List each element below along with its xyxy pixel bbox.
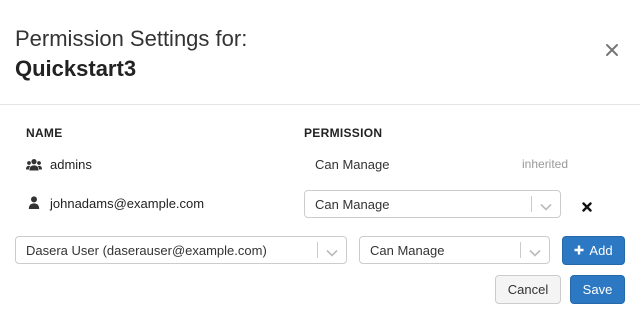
group-icon bbox=[26, 158, 42, 172]
select-separator bbox=[317, 242, 318, 258]
column-header-name: NAME bbox=[26, 126, 63, 140]
new-permission-select-value: Can Manage bbox=[370, 243, 445, 258]
permission-select[interactable]: Can Manage bbox=[304, 190, 561, 218]
dialog-title: Quickstart3 bbox=[15, 56, 137, 81]
chevron-down-icon bbox=[326, 245, 338, 257]
permission-select-value: Can Manage bbox=[315, 197, 390, 212]
remove-icon[interactable] bbox=[582, 199, 592, 212]
cancel-button[interactable]: Cancel bbox=[495, 275, 561, 304]
new-permission-select[interactable]: Can Manage bbox=[359, 236, 550, 264]
chevron-down-icon bbox=[540, 199, 552, 211]
close-icon[interactable] bbox=[604, 42, 620, 58]
inherited-label: inherited bbox=[522, 157, 569, 171]
row-name: admins bbox=[50, 157, 92, 172]
column-header-permission: PERMISSION bbox=[304, 126, 383, 140]
chevron-down-icon bbox=[529, 245, 541, 257]
user-select-value: Dasera User (daserauser@example.com) bbox=[26, 243, 267, 258]
permission-settings-dialog: Permission Settings for: Quickstart3 NAM… bbox=[0, 0, 640, 318]
user-icon bbox=[26, 196, 42, 210]
table-row: johnadams@example.com Can Manage bbox=[0, 188, 640, 220]
add-button[interactable]: Add bbox=[562, 236, 625, 265]
select-separator bbox=[520, 242, 521, 258]
select-separator bbox=[531, 196, 532, 212]
save-button[interactable]: Save bbox=[570, 275, 625, 304]
table-row: admins Can Manage inherited bbox=[0, 149, 640, 181]
dialog-header: Permission Settings for: Quickstart3 bbox=[0, 0, 640, 105]
row-permission: Can Manage bbox=[315, 157, 390, 172]
user-select[interactable]: Dasera User (daserauser@example.com) bbox=[15, 236, 347, 264]
plus-icon bbox=[574, 237, 584, 264]
add-button-label: Add bbox=[589, 243, 613, 258]
row-name: johnadams@example.com bbox=[50, 196, 205, 211]
dialog-subtitle: Permission Settings for: bbox=[15, 26, 248, 51]
